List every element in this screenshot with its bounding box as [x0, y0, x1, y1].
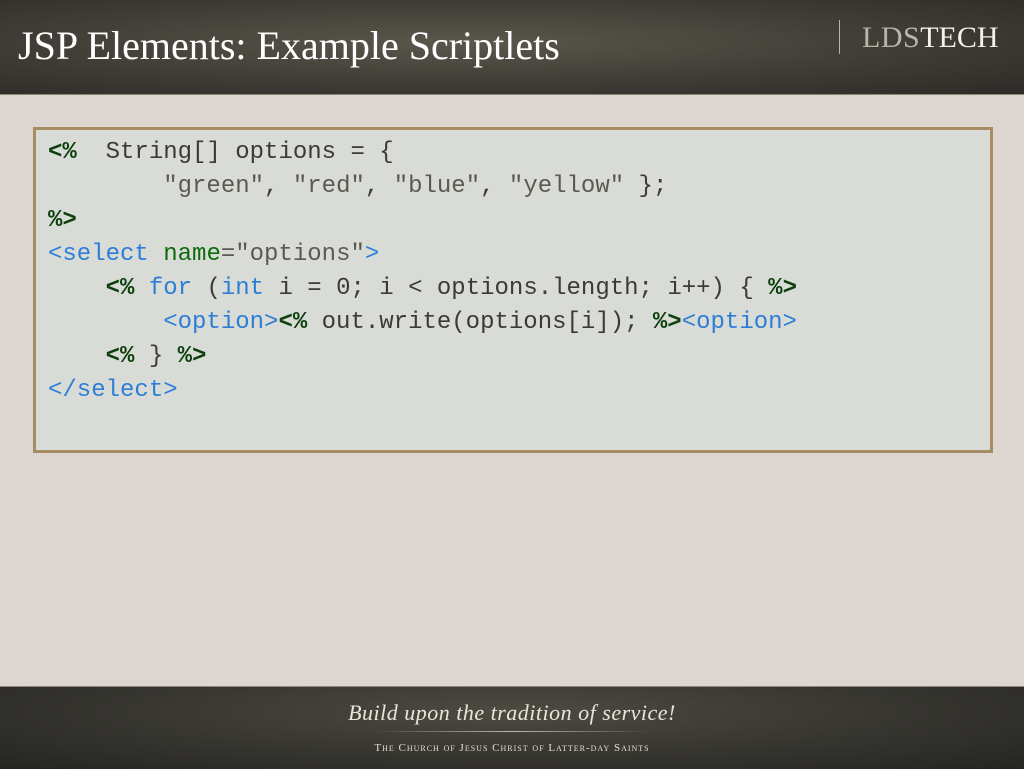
keyword: for [148, 275, 193, 302]
footer-divider [372, 731, 652, 732]
footer-tagline: Build upon the tradition of service! [348, 700, 676, 725]
scriptlet-open: <% [105, 275, 135, 302]
code-line-5: <% for (int i = 0; i < options.length; i… [48, 272, 797, 306]
logo-tech-text: TECH [920, 21, 999, 54]
scriptlet-close: %> [768, 275, 797, 302]
scriptlet-close: %> [652, 309, 682, 336]
code-text: , [364, 173, 394, 200]
code-line-2: "green", "red", "blue", "yellow" }; [48, 170, 667, 204]
slide-title: JSP Elements: Example Scriptlets [18, 23, 560, 68]
church-name: The Church of Jesus Christ of Latter-day… [374, 742, 650, 754]
code-text: String[] options = { [76, 139, 394, 166]
slide-header: JSP Elements: Example Scriptlets LDSTECH [0, 0, 1024, 95]
code-line-6: <option><% out.write(options[i]); %><opt… [48, 306, 797, 340]
attribute-value: "options" [235, 241, 365, 268]
attribute-name: name [163, 241, 221, 268]
code-text: }; [624, 173, 668, 200]
scriptlet-open: <% [48, 139, 77, 166]
scriptlet-open: <% [105, 343, 135, 370]
scriptlet-close: %> [48, 207, 77, 234]
html-tag: <option> [681, 309, 797, 336]
string-literal: "red" [292, 173, 365, 200]
logo-divider [839, 20, 840, 54]
scriptlet-close: %> [177, 343, 207, 370]
string-literal: "green" [163, 173, 265, 200]
code-text: , [480, 173, 509, 200]
code-line-3: %> [48, 204, 77, 238]
string-literal: "yellow" [508, 173, 625, 200]
code-text: , [264, 173, 293, 200]
html-tag: <option> [163, 309, 279, 336]
html-tag: <select [48, 241, 149, 268]
scriptlet-open: <% [278, 309, 308, 336]
keyword: int [220, 275, 265, 302]
string-literal: "blue" [393, 173, 481, 200]
code-line-8: </select> [48, 374, 178, 408]
code-block: <% String[] options = { "green", "red", … [33, 127, 993, 453]
code-line-7: <% } %> [48, 340, 207, 374]
ldstech-logo: LDSTECH [862, 20, 999, 56]
code-text: ( [192, 275, 221, 302]
code-line-1: <% String[] options = { [48, 136, 394, 170]
code-line-4: <select name="options"> [48, 238, 379, 272]
code-text: out.write(options[i]); [307, 309, 653, 336]
code-text: i = 0; i < options.length; i++) { [264, 275, 769, 302]
html-tag-end: > [364, 241, 380, 268]
html-tag: </select> [48, 377, 178, 404]
code-text: } [134, 343, 178, 370]
logo-lds-text: LDS [862, 21, 921, 54]
attribute-equals: = [220, 241, 236, 268]
